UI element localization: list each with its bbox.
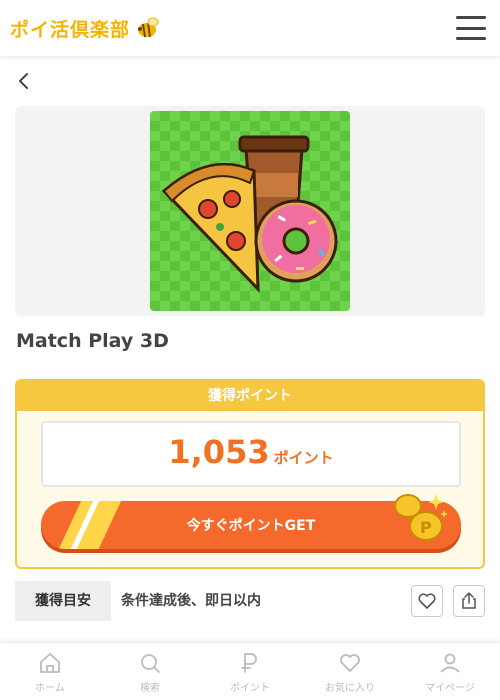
points-value: 1,053: [168, 433, 270, 471]
hamburger-menu-icon[interactable]: [456, 13, 490, 43]
share-button[interactable]: [453, 585, 485, 617]
heart-icon: [418, 593, 436, 609]
points-display: 1,053 ポイント: [41, 421, 461, 487]
logo-text: ポイ活倶楽部: [10, 18, 131, 41]
tab-home-label: ホーム: [35, 683, 65, 694]
chevron-left-icon[interactable]: [14, 70, 36, 92]
points-unit: ポイント: [273, 449, 334, 467]
eta-value: 条件達成後、即日以内: [121, 593, 261, 609]
app-header: ポイ活倶楽部: [0, 0, 500, 56]
pizza-coffee-donut-app-icon: [150, 111, 350, 311]
eta-row: 獲得目安 条件達成後、即日以内: [15, 581, 485, 621]
button-stripe-decoration: [55, 501, 123, 549]
tab-points-label: ポイント: [230, 683, 270, 694]
tab-search-label: 検索: [140, 683, 160, 694]
user-icon: [440, 653, 460, 673]
bottom-tab-bar: ホーム 検索 ポイント お気に入り マイページ: [0, 642, 500, 700]
eta-label: 獲得目安: [15, 581, 111, 621]
bee-icon: [138, 17, 159, 38]
point-p-icon: [241, 653, 257, 673]
home-icon: [40, 653, 60, 673]
tab-favorites[interactable]: お気に入り: [300, 643, 400, 700]
tab-points[interactable]: ポイント: [200, 643, 300, 700]
tab-favorites-label: お気に入り: [325, 683, 375, 694]
tab-search[interactable]: 検索: [100, 643, 200, 700]
site-logo[interactable]: ポイ活倶楽部: [10, 15, 160, 42]
heart-icon: [340, 654, 360, 672]
get-points-button-label: 今すぐポイントGET: [186, 518, 316, 534]
search-icon: [141, 654, 160, 673]
share-icon: [462, 591, 476, 609]
tab-mypage-label: マイページ: [425, 683, 475, 694]
points-header: 獲得ポイント: [17, 381, 483, 411]
tab-mypage[interactable]: マイページ: [400, 643, 500, 700]
tab-home[interactable]: ホーム: [0, 643, 100, 700]
favorite-button[interactable]: [411, 585, 443, 617]
svg-text:P: P: [420, 518, 432, 537]
gold-coin-icon: P: [394, 494, 448, 541]
app-title: Match Play 3D: [16, 330, 169, 352]
